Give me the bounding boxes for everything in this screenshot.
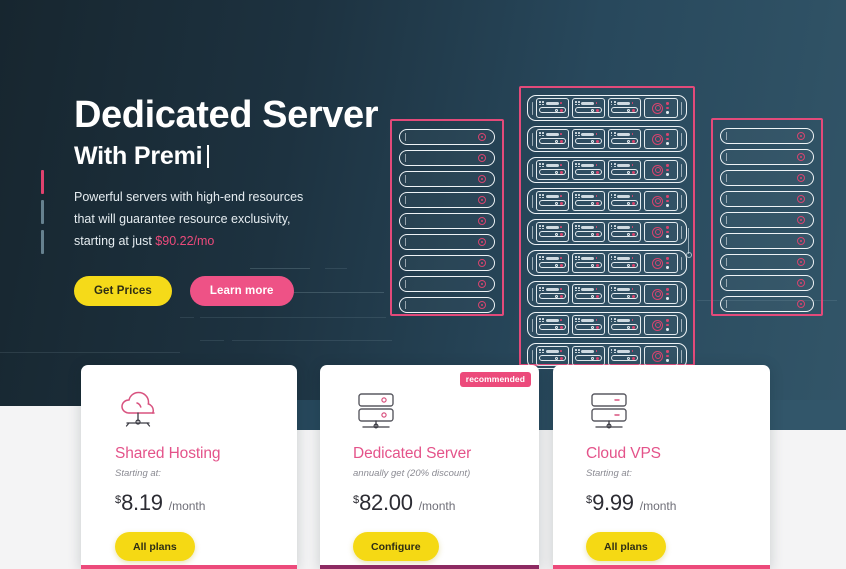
card-title: Dedicated Server xyxy=(353,445,472,462)
price-amount: 9.99 xyxy=(592,490,634,515)
card-subtitle: annually get (20% discount) xyxy=(353,468,471,479)
card-subtitle: Starting at: xyxy=(115,468,161,479)
card-title: Cloud VPS xyxy=(586,445,661,462)
pricing-cards: Shared Hosting Starting at: $ 8.19 /mont… xyxy=(0,0,846,569)
price-period: /month xyxy=(418,499,456,513)
card-price: $ 9.99 /month xyxy=(586,490,770,516)
price-amount: 8.19 xyxy=(121,490,163,515)
all-plans-button[interactable]: All plans xyxy=(586,532,666,561)
price-period: /month xyxy=(639,499,677,513)
card-underline xyxy=(553,565,770,569)
cloud-vps-icon xyxy=(586,391,770,435)
card-price: $ 8.19 /month xyxy=(115,490,297,516)
pricing-card-cloud-vps[interactable]: Cloud VPS Starting at: $ 9.99 /month All… xyxy=(553,365,770,569)
price-amount: 82.00 xyxy=(359,490,413,515)
card-subtitle: Starting at: xyxy=(586,468,632,479)
all-plans-button[interactable]: All plans xyxy=(115,532,195,561)
card-title: Shared Hosting xyxy=(115,445,221,462)
cloud-hosting-icon xyxy=(115,391,297,435)
price-period: /month xyxy=(168,499,206,513)
card-underline xyxy=(320,565,539,569)
configure-button[interactable]: Configure xyxy=(353,532,439,561)
pricing-card-shared-hosting[interactable]: Shared Hosting Starting at: $ 8.19 /mont… xyxy=(81,365,297,569)
pricing-card-dedicated-server[interactable]: recommended Dedicated Server annually ge… xyxy=(320,365,539,569)
card-price: $ 82.00 /month xyxy=(353,490,539,516)
page-root: Dedicated Server With Premi Powerful ser… xyxy=(0,0,846,569)
card-underline xyxy=(81,565,297,569)
recommended-badge: recommended xyxy=(459,372,531,387)
dedicated-server-icon xyxy=(353,391,539,435)
